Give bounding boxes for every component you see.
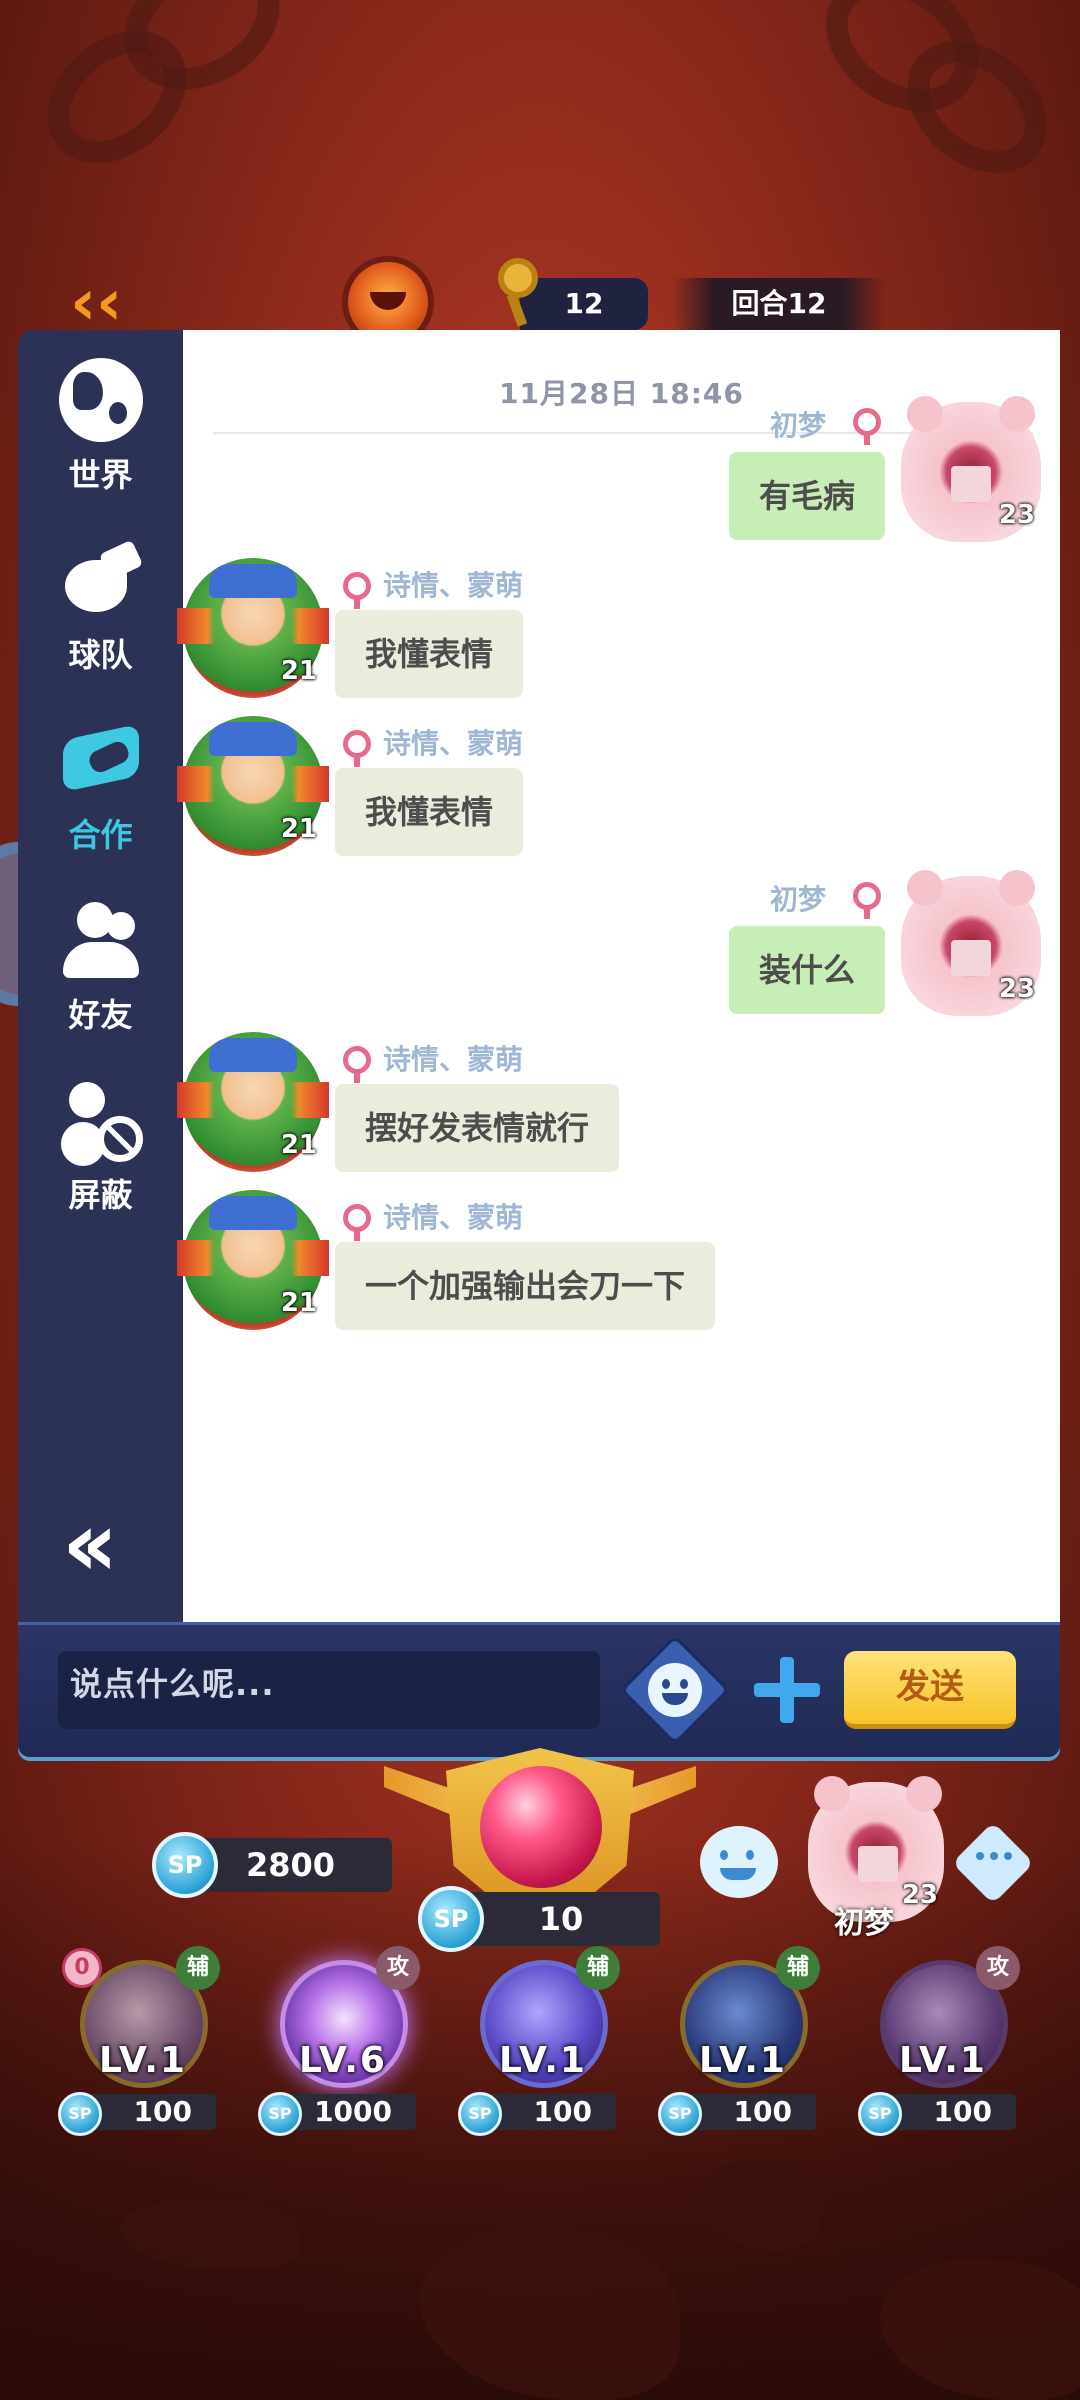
player-avatar[interactable]: 21: [177, 1032, 329, 1172]
skill-level: LV.1: [499, 2040, 587, 2081]
block-user-icon: [59, 1078, 143, 1162]
skill-slot[interactable]: 辅 LV.1 100 SP: [458, 1946, 628, 2142]
more-icon: [951, 1821, 1035, 1905]
round-indicator: 回合12: [672, 278, 886, 330]
message-bubble[interactable]: 我懂表情: [335, 768, 524, 856]
globe-icon: [58, 358, 143, 442]
chat-message: 21 诗情、蒙萌 我懂表情: [177, 716, 1060, 876]
avatar-level: 21: [280, 1130, 317, 1160]
player-avatar[interactable]: 23: [901, 870, 1041, 1016]
chat-message: 21 诗情、蒙萌 我懂表情: [177, 558, 1060, 718]
sp-badge: SP: [418, 1886, 484, 1952]
sender-name: 诗情、蒙萌: [383, 1043, 524, 1076]
self-player-name: 初梦: [834, 1906, 894, 1941]
sp-badge: SP: [658, 2092, 702, 2136]
female-icon: [853, 408, 881, 445]
sender-name: 诗情、蒙萌: [383, 727, 524, 760]
chat-message: 21 诗情、蒙萌 摆好发表情就行: [177, 1032, 1060, 1192]
female-icon: [343, 1204, 371, 1241]
tab-friends[interactable]: 好友: [18, 898, 183, 1048]
sp-badge: SP: [858, 2092, 902, 2136]
message-bubble[interactable]: 我懂表情: [335, 610, 524, 698]
skill-tag: 辅: [176, 1946, 220, 1990]
message-bubble[interactable]: 有毛病: [728, 452, 885, 540]
avatar-level: 23: [901, 1880, 938, 1910]
skill-slot[interactable]: 攻 LV.1 100 SP: [858, 1946, 1028, 2142]
power-orb-icon: [480, 1766, 602, 1888]
message-bubble[interactable]: 一个加强输出会刀一下: [335, 1242, 716, 1330]
skill-level: LV.1: [899, 2040, 987, 2081]
skill-slot[interactable]: 辅 LV.1 100 SP: [658, 1946, 828, 2142]
sp-badge: SP: [258, 2092, 302, 2136]
avatar-level: 21: [280, 656, 317, 686]
handshake-icon: [59, 718, 143, 802]
player-avatar[interactable]: 23: [901, 396, 1041, 542]
message-input[interactable]: 说点什么呢...: [58, 1651, 600, 1729]
player-avatar[interactable]: 21: [177, 716, 329, 856]
chat-message: 初梦 有毛病 23: [183, 396, 1060, 560]
add-attachment-button[interactable]: [750, 1653, 824, 1727]
sender-name: 初梦: [770, 409, 827, 442]
double-chevron-left-icon: ‹: [96, 266, 123, 340]
skill-tag: 攻: [376, 1946, 420, 1990]
chat-input-bar: 说点什么呢... 发送: [18, 1622, 1060, 1757]
double-chevron-left-icon: ‹: [70, 266, 97, 340]
chat-sidebar: 世界 球队 合作 好友 屏蔽 ‹‹: [18, 330, 183, 1622]
chat-panel: 世界 球队 合作 好友 屏蔽 ‹‹ 11月28日 18:46 初梦 有毛病 23…: [18, 330, 1060, 1622]
female-icon: [853, 882, 881, 919]
more-options-button[interactable]: [951, 1821, 1050, 1905]
tab-blocked[interactable]: 屏蔽: [18, 1078, 183, 1228]
skill-slot[interactable]: 攻 LV.6 1000 SP: [258, 1946, 428, 2142]
female-icon: [343, 572, 371, 609]
friends-icon: [59, 898, 143, 982]
avatar-level: 23: [998, 974, 1035, 1004]
send-button[interactable]: 发送: [844, 1651, 1016, 1729]
charge-count-badge: 0: [62, 1948, 102, 1988]
key-icon: [492, 258, 548, 328]
emoji-icon: [648, 1663, 702, 1717]
skill-tag: 辅: [776, 1946, 820, 1990]
avatar-level: 21: [280, 814, 317, 844]
avatar-level: 21: [280, 1288, 317, 1318]
sender-name: 诗情、蒙萌: [383, 569, 524, 602]
player-avatar[interactable]: 21: [177, 1190, 329, 1330]
sender-name: 诗情、蒙萌: [383, 1201, 524, 1234]
current-sp-value: 10: [538, 1900, 584, 1938]
tab-label: 屏蔽: [68, 1176, 133, 1214]
chat-message: 初梦 装什么 23: [183, 870, 1060, 1034]
sender-name: 初梦: [770, 883, 827, 916]
sp-badge: SP: [58, 2092, 102, 2136]
current-sp: 10: [462, 1892, 660, 1946]
tab-label: 合作: [68, 816, 133, 854]
tab-cooperation[interactable]: 合作: [18, 718, 183, 868]
player-avatar[interactable]: 21: [177, 558, 329, 698]
chat-message: 21 诗情、蒙萌 一个加强输出会刀一下: [177, 1190, 1060, 1350]
dots-icon: [976, 1852, 984, 1860]
chat-message-area[interactable]: 11月28日 18:46 初梦 有毛病 23 21 诗情、蒙萌 我懂表情 21: [177, 330, 1060, 1622]
total-sp: 2800: [196, 1838, 392, 1892]
skill-tag: 攻: [976, 1946, 1020, 1990]
female-icon: [343, 1046, 371, 1083]
quick-chat-button[interactable]: [700, 1826, 778, 1898]
skill-tag: 辅: [576, 1946, 620, 1990]
back-button[interactable]: ‹ ‹: [70, 268, 160, 338]
tab-team[interactable]: 球队: [18, 538, 183, 688]
tab-world[interactable]: 世界: [18, 358, 183, 508]
collapse-sidebar-button[interactable]: ‹‹: [62, 1500, 118, 1590]
skill-level: LV.1: [99, 2040, 187, 2081]
skill-level: LV.6: [299, 2040, 387, 2081]
whistle-icon: [59, 538, 143, 622]
tab-label: 世界: [68, 456, 133, 494]
sp-badge: SP: [458, 2092, 502, 2136]
tab-label: 好友: [68, 996, 133, 1034]
sp-badge: SP: [152, 1832, 218, 1898]
skill-level: LV.1: [699, 2040, 787, 2081]
message-bubble[interactable]: 摆好发表情就行: [335, 1084, 620, 1172]
avatar-level: 23: [998, 500, 1035, 530]
message-bubble[interactable]: 装什么: [728, 926, 885, 1014]
female-icon: [343, 730, 371, 767]
total-sp-value: 2800: [246, 1846, 336, 1884]
tab-label: 球队: [68, 636, 133, 674]
